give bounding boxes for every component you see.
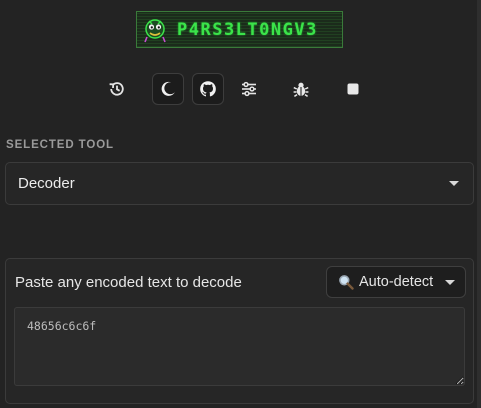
debug-button[interactable] xyxy=(285,73,317,105)
decoder-panel: Paste any encoded text to decode Auto-de… xyxy=(5,258,474,404)
history-icon xyxy=(109,82,124,96)
logo-text: P4RS3LT0NGV3 xyxy=(177,19,318,40)
github-icon xyxy=(200,81,216,97)
stop-button[interactable] xyxy=(337,73,369,105)
tool-select[interactable]: Decoder xyxy=(5,162,474,205)
decoder-label: Paste any encoded text to decode xyxy=(15,274,242,291)
scrollbar-track[interactable] xyxy=(477,0,481,408)
chevron-down-icon xyxy=(449,181,459,186)
moon-icon xyxy=(161,81,175,96)
history-button[interactable] xyxy=(101,73,133,105)
theme-toggle-button[interactable] xyxy=(152,73,184,105)
tool-select-value: Decoder xyxy=(18,175,75,192)
chevron-down-icon xyxy=(445,280,455,285)
selected-tool-label: SELECTED TOOL xyxy=(6,139,114,151)
app-logo: P4RS3LT0NGV3 xyxy=(136,11,343,48)
settings-button[interactable] xyxy=(233,73,265,105)
sliders-icon xyxy=(242,81,256,97)
magnifier-icon xyxy=(339,275,354,290)
decode-mode-select[interactable]: Auto-detect xyxy=(326,266,466,298)
bug-icon xyxy=(293,82,309,98)
mascot-icon xyxy=(144,18,166,42)
decode-mode-value: Auto-detect xyxy=(359,274,434,290)
app-page: P4RS3LT0NGV3 SELECTED TOOL Decoder Paste… xyxy=(0,0,481,408)
decode-input[interactable]: 48656c6c6f xyxy=(14,307,465,386)
square-icon xyxy=(347,83,359,95)
github-button[interactable] xyxy=(192,73,224,105)
